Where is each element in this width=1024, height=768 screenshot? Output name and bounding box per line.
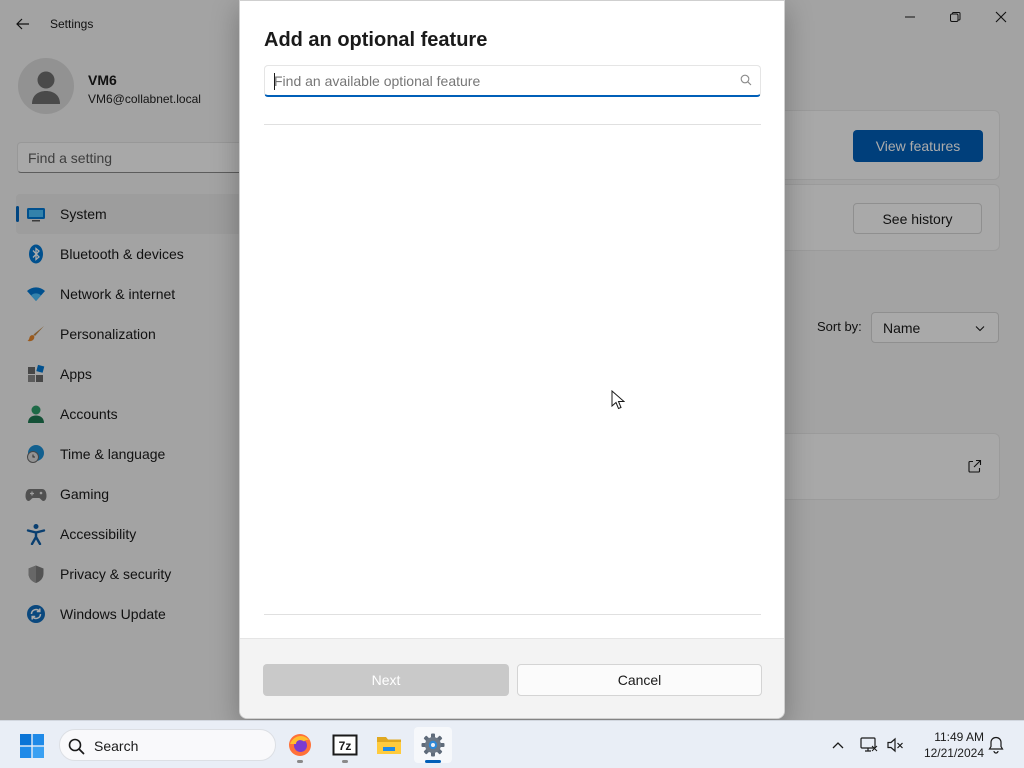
cancel-button[interactable]: Cancel [517,664,762,696]
network-tray-button[interactable] [859,735,879,755]
results-bottom-divider [264,614,761,615]
taskbar-search-label: Search [94,738,139,754]
settings-icon [421,733,445,757]
dialog-footer: Next Cancel [240,638,784,718]
firefox-icon [289,734,311,756]
taskbar-app-firefox[interactable] [281,727,319,763]
file-explorer-icon [377,737,401,754]
clock-date: 12/21/2024 [923,746,984,760]
bell-icon [988,736,1004,754]
network-monitor-icon [860,737,878,752]
add-optional-feature-dialog: Add an optional feature Next Cancel [239,0,785,719]
taskbar-app-settings[interactable] [414,727,452,763]
taskbar-clock[interactable]: 11:49 AM 12/21/2024 [914,729,984,761]
show-hidden-icons-button[interactable] [828,735,848,755]
volume-muted-icon [887,737,903,753]
taskbar-app-7zip[interactable]: 7z [326,727,364,763]
feature-results-list[interactable] [264,125,761,614]
search-icon [68,738,85,755]
volume-tray-button[interactable] [885,735,905,755]
active-app-indicator [425,760,441,763]
clock-time: 11:49 AM [934,730,984,744]
taskbar: Search 7z 11:49 AM 12/21/2024 [0,720,1024,768]
7zip-icon: 7z [332,734,358,756]
running-indicator [297,760,303,763]
chevron-up-icon [832,742,844,749]
feature-search-input[interactable] [274,72,724,90]
next-button[interactable]: Next [263,664,509,696]
taskbar-app-file-explorer[interactable] [370,727,408,763]
svg-text:7z: 7z [339,739,352,753]
start-button[interactable] [20,734,44,763]
notifications-button[interactable] [986,735,1006,755]
text-caret [274,73,275,90]
dialog-title: Add an optional feature [264,29,488,51]
taskbar-search[interactable]: Search [59,729,276,761]
running-indicator [342,760,348,763]
search-icon [740,74,752,86]
windows-logo-icon [20,734,44,758]
mouse-pointer-icon [611,390,625,410]
feature-search-box[interactable] [264,65,761,97]
